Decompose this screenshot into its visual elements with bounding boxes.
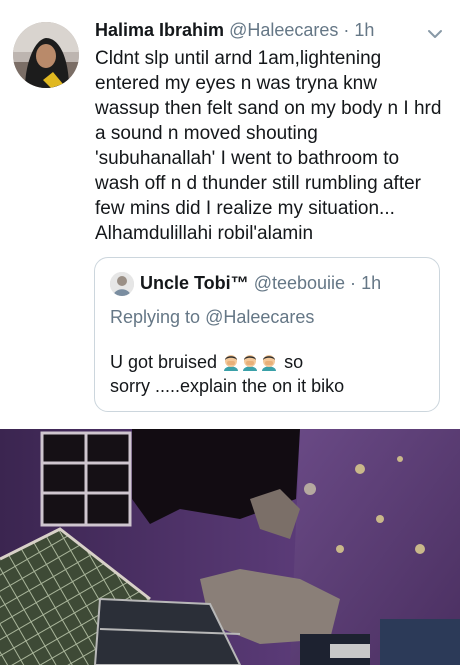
tweet-text: Cldnt slp until arnd 1am,lightening ente… <box>95 46 450 246</box>
tweet-text-line: a sound n moved shouting <box>95 123 318 144</box>
quoted-tweet-time[interactable]: 1h <box>361 273 381 293</box>
man-facepalming-emoji-icon <box>224 355 239 371</box>
chevron-down-icon <box>428 30 442 38</box>
quoted-text-line: U got bruised so <box>110 350 344 374</box>
replying-to-line: Replying to @Haleecares <box>110 307 314 328</box>
quoted-text-line: sorry .....explain the on it biko <box>110 376 345 396</box>
man-facepalming-emoji-icon <box>243 355 258 371</box>
quoted-author-name[interactable]: Uncle Tobi™ <box>140 273 249 293</box>
tweet-header: Halima Ibrahim @Haleecares · 1h <box>95 20 374 41</box>
tweet-text-line: Cldnt slp until arnd 1am,lightening <box>95 48 382 69</box>
tweet-text-line: wash off n d thunder still rumbling afte… <box>95 173 421 194</box>
tweet-text-line: 'subuhanallah' I went to bathroom to <box>95 148 400 169</box>
quoted-text-part: so <box>284 352 304 372</box>
tweet-text-line: Alhamdulillahi robil'alamin <box>95 223 314 244</box>
tweet-text-line: few mins did I realize my situation... <box>95 198 395 219</box>
emoji-group <box>222 352 284 372</box>
separator-dot: · <box>343 20 350 40</box>
quoted-tweet-header: Uncle Tobi™ @teebouiie · 1h <box>140 273 381 294</box>
man-facepalming-emoji-icon <box>262 355 277 371</box>
tweet-text-line: wassup then felt sand on my body n I hrd <box>95 98 442 119</box>
tweet-photo[interactable] <box>0 429 460 665</box>
damaged-room-photo <box>0 429 460 665</box>
author-name[interactable]: Halima Ibrahim <box>95 20 224 40</box>
quoted-tweet-text: U got bruised so sorry .....explain the … <box>110 350 344 398</box>
quoted-text-part: U got bruised <box>110 352 218 372</box>
quoted-tweet-card[interactable]: Uncle Tobi™ @teebouiie · 1h Replying to … <box>94 257 440 412</box>
quoted-avatar-photo <box>110 272 134 296</box>
quoted-author-avatar[interactable] <box>110 272 134 296</box>
tweet-menu-button[interactable] <box>425 26 445 42</box>
separator-dot: · <box>350 273 357 293</box>
replying-to-mention[interactable]: @Haleecares <box>205 307 314 327</box>
replying-to-label: Replying to <box>110 307 201 327</box>
quoted-author-handle[interactable]: @teebouiie <box>254 273 345 293</box>
tweet-text-line: entered my eyes n was tryna knw <box>95 73 377 94</box>
avatar-photo <box>13 22 79 88</box>
author-avatar[interactable] <box>13 22 79 88</box>
tweet-time[interactable]: 1h <box>354 20 374 40</box>
author-handle[interactable]: @Haleecares <box>229 20 338 40</box>
